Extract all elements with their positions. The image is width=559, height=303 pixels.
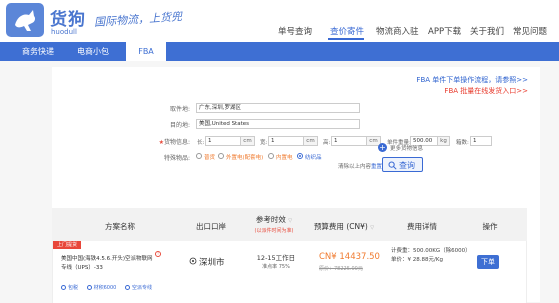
fba-process-link[interactable]: FBA 单件下单操作流程，请参照>> <box>416 75 528 85</box>
brand-name-en: huodull <box>51 28 77 36</box>
radio-internal-battery[interactable] <box>268 153 274 159</box>
check-circle-icon <box>124 285 130 290</box>
nav-about[interactable]: 关于我们 <box>470 25 504 37</box>
origin-input[interactable]: 广东,深圳,罗湖区 <box>196 103 360 113</box>
pickup-badge: 上门提货 <box>53 241 82 249</box>
results-table-header: 方案名称 出口口岸 参考时效 ▽ (以派件时间为准) 预算费用 (CN¥) ▽ … <box>52 208 527 241</box>
box-count-label: 箱数: <box>456 140 469 146</box>
fba-batch-link[interactable]: FBA 批量在线发货入口>> <box>444 86 528 96</box>
nav-faq[interactable]: 常见问题 <box>513 25 547 37</box>
destination-label: 目的地: <box>169 122 190 129</box>
tag-volume-factor: 材积6000 <box>86 284 116 291</box>
tab-business-express[interactable]: 商务快递 <box>12 42 64 61</box>
tab-ecommerce-packet[interactable]: 电商小包 <box>68 42 118 61</box>
weight-unit: kg <box>438 136 450 146</box>
kangaroo-logo-icon[interactable] <box>6 3 44 37</box>
radio-general-goods-label: 普货 <box>204 155 216 161</box>
radio-general-goods[interactable] <box>196 153 202 159</box>
location-icon <box>189 257 197 265</box>
tag-air-line: 空派专线 <box>124 284 152 291</box>
box-count-input[interactable]: 1 <box>470 136 492 146</box>
height-input[interactable]: 1 <box>331 136 367 146</box>
radio-textile[interactable] <box>297 153 303 159</box>
chargeable-weight: 计费重：500.00KG（除6000） <box>391 248 471 254</box>
radio-external-battery[interactable] <box>218 153 224 159</box>
height-label: 高: <box>323 140 331 146</box>
service-tab-bar: 商务快递 电商小包 FBA <box>0 42 559 61</box>
export-port: 深圳市 <box>199 258 225 268</box>
radio-textile-label: 纺织品 <box>305 155 322 161</box>
cargo-info-label: ★货物信息: <box>158 139 190 146</box>
nav-carrier-join[interactable]: 物流商入驻 <box>376 25 419 37</box>
query-button[interactable]: 查询 <box>382 157 423 172</box>
check-circle-icon <box>61 285 66 290</box>
col-ref-time[interactable]: 参考时效 ▽ <box>244 214 304 225</box>
width-unit: cm <box>304 136 318 146</box>
slogan: 国际物流，上货兜 <box>93 9 183 30</box>
tab-fba[interactable]: FBA <box>126 42 166 61</box>
col-plan-name: 方案名称 <box>105 222 135 231</box>
brand-name: 货狗 <box>50 10 86 30</box>
table-row: 上门提货 美国中国(海铁4.5.6.开头)空派物联网专线（UPS）-33 ! 深… <box>52 241 527 303</box>
search-icon <box>388 161 397 170</box>
clear-form-text: 清除以上内容重置 <box>338 164 383 170</box>
more-cargo-link[interactable]: 更多货物信息 <box>390 144 423 152</box>
carrier-name[interactable]: 美国中国(海铁4.5.6.开头)空派物联网专线（UPS）-33 <box>61 255 156 273</box>
unit-price: 单价：¥ 28.88元/Kg <box>391 257 443 263</box>
fee-detail: 计费重：500.00KG（除6000） 单价：¥ 28.88元/Kg <box>391 247 471 265</box>
length-unit: cm <box>241 136 255 146</box>
original-price: 原价：78225.00元 <box>319 266 363 272</box>
destination-input[interactable]: 美国,United States <box>196 119 360 129</box>
budget-price: CN¥ 14437.50 <box>319 252 380 262</box>
col-budget-fee[interactable]: 预算费用 (CN¥) ▽ <box>308 221 380 232</box>
query-button-label: 查询 <box>399 161 415 170</box>
service-tags: 包税 材积6000 空派专线 <box>61 284 159 291</box>
sort-icon: ▽ <box>370 225 375 231</box>
sort-icon: ▽ <box>288 218 293 224</box>
length-label: 长: <box>197 140 205 146</box>
radio-internal-battery-label: 内置电 <box>276 155 293 161</box>
length-input[interactable]: 1 <box>205 136 241 146</box>
col-operation: 操作 <box>482 222 498 231</box>
width-input[interactable]: 1 <box>268 136 304 146</box>
nav-tracking[interactable]: 单号查询 <box>278 25 312 37</box>
tag-tax-included: 包税 <box>61 284 78 291</box>
nav-app-download[interactable]: APP下载 <box>428 25 461 37</box>
origin-label: 取件地: <box>169 106 190 113</box>
col-export-port: 出口口岸 <box>196 222 226 231</box>
radio-external-battery-label: 外置电(配套电) <box>226 155 264 161</box>
top-header: 货狗 huodull 国际物流，上货兜 单号查询 查价寄件 物流商入驻 APP下… <box>0 0 559 42</box>
check-circle-icon <box>86 285 92 290</box>
info-icon[interactable]: ! <box>155 251 161 257</box>
on-time-rate: 准点率 75% <box>262 264 290 270</box>
transit-time: 12-15工作日 <box>256 254 296 262</box>
col-fee-detail: 费用详情 <box>407 222 437 231</box>
place-order-button[interactable]: 下单 <box>477 255 499 269</box>
col-ref-time-note: (以派件时间为准) <box>254 228 294 234</box>
nav-price-query[interactable]: 查价寄件 <box>330 25 364 37</box>
add-cargo-icon[interactable]: + <box>378 143 387 152</box>
nav-active-underline <box>328 38 364 40</box>
width-label: 宽: <box>260 140 268 146</box>
reset-link[interactable]: 重置 <box>371 164 382 170</box>
special-goods-label: 特殊物品: <box>163 155 190 162</box>
